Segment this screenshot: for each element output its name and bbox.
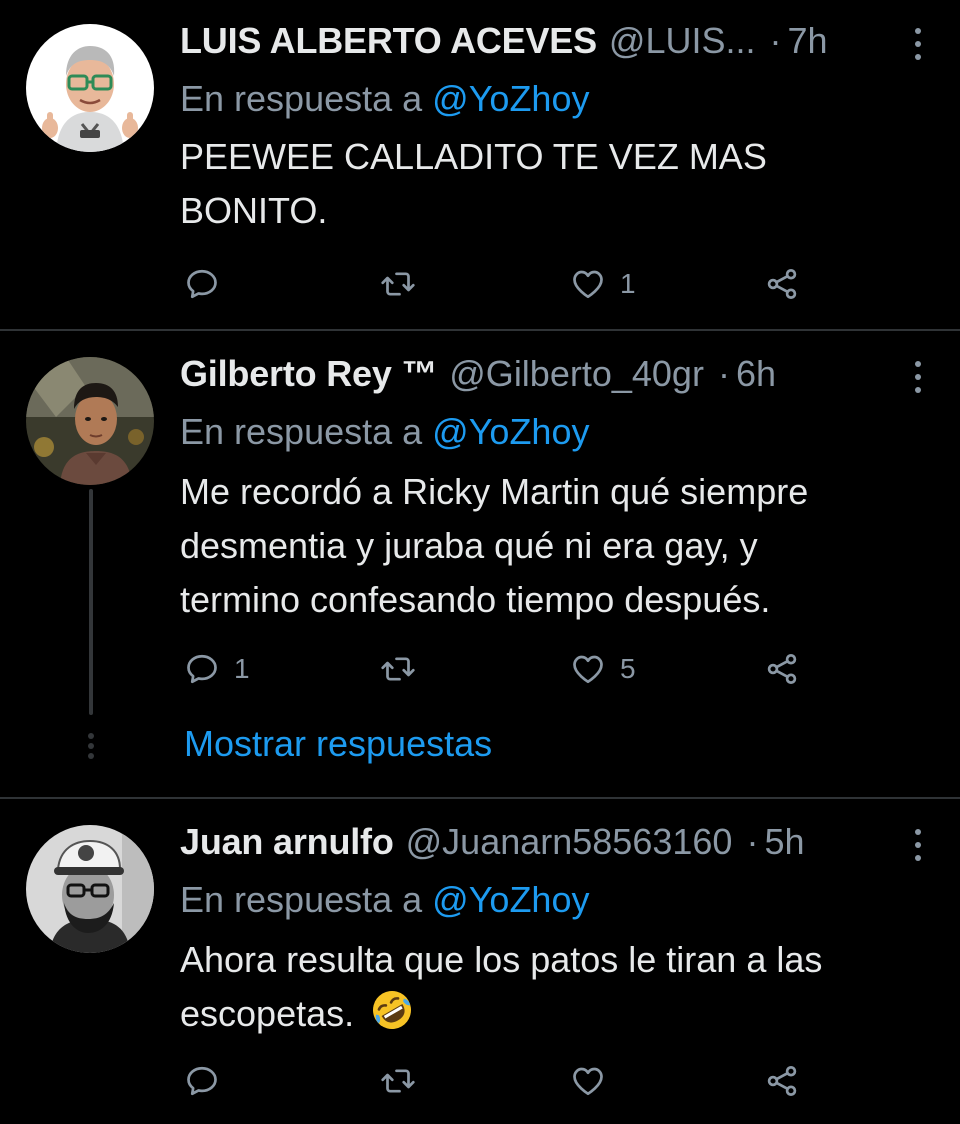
separator-dot: · bbox=[769, 20, 782, 61]
timestamp[interactable]: 5h bbox=[764, 821, 804, 863]
author-handle[interactable]: @LUIS... bbox=[609, 20, 756, 62]
rolling-on-floor-laughing-emoji bbox=[373, 991, 412, 1029]
thread-line bbox=[89, 489, 93, 715]
author-name[interactable]: LUIS ALBERTO ACEVES bbox=[180, 20, 597, 62]
retweet-icon bbox=[380, 1063, 416, 1099]
tweet-text: Ahora resulta que los patos le tiran a l… bbox=[180, 933, 920, 1041]
bw-photo-avatar bbox=[26, 825, 154, 953]
like-button[interactable] bbox=[570, 1061, 620, 1101]
reply-icon bbox=[184, 651, 220, 687]
photo-avatar bbox=[26, 357, 154, 485]
tweet-text-fragment: escopetas. bbox=[180, 993, 355, 1034]
tweet-text-line: Me recordó a Ricky Martin qué siempre bbox=[180, 471, 809, 512]
tweet-text-line: BONITO. bbox=[180, 190, 328, 231]
memoji-avatar bbox=[26, 24, 154, 152]
separator-dot: · bbox=[717, 353, 730, 394]
reply-icon bbox=[184, 1063, 220, 1099]
avatar[interactable] bbox=[26, 24, 154, 152]
tweet-header: LUIS ALBERTO ACEVES @LUIS... · 7h bbox=[180, 20, 828, 66]
more-icon[interactable] bbox=[912, 28, 924, 60]
tweet-text: Me recordó a Ricky Martin qué siempre de… bbox=[180, 465, 920, 627]
tweet-actions: 1 5 bbox=[184, 649, 824, 689]
reply-button[interactable] bbox=[184, 1061, 234, 1101]
reply-count: 1 bbox=[234, 653, 250, 684]
reply-context: En respuesta a @YoZhoy bbox=[180, 411, 589, 453]
reply-prefix: En respuesta a bbox=[180, 411, 423, 452]
tweet-1[interactable]: LUIS ALBERTO ACEVES @LUIS... · 7h En res… bbox=[0, 0, 960, 330]
reply-context: En respuesta a @YoZhoy bbox=[180, 879, 589, 921]
heart-icon bbox=[570, 651, 606, 687]
retweet-icon bbox=[380, 266, 416, 302]
tweet-header: Juan arnulfo @Juanarn58563160 · 5h bbox=[180, 821, 804, 867]
retweet-button[interactable] bbox=[380, 649, 430, 689]
tweet-actions bbox=[184, 1061, 824, 1101]
avatar[interactable] bbox=[26, 357, 154, 485]
heart-icon bbox=[570, 266, 606, 302]
more-icon[interactable] bbox=[912, 829, 924, 861]
like-button[interactable]: 1 bbox=[570, 264, 636, 304]
reply-icon bbox=[184, 266, 220, 302]
like-button[interactable]: 5 bbox=[570, 649, 636, 689]
show-replies-link[interactable]: Mostrar respuestas bbox=[184, 723, 492, 765]
share-button[interactable] bbox=[764, 264, 800, 304]
reply-prefix: En respuesta a bbox=[180, 879, 423, 920]
retweet-button[interactable] bbox=[380, 1061, 430, 1101]
share-icon bbox=[764, 266, 800, 302]
tweet-actions: 1 bbox=[184, 264, 824, 304]
reply-mention-link[interactable]: @YoZhoy bbox=[432, 78, 589, 119]
reply-mention-link[interactable]: @YoZhoy bbox=[432, 879, 589, 920]
like-count: 1 bbox=[620, 268, 636, 299]
author-name[interactable]: Juan arnulfo bbox=[180, 821, 394, 863]
share-icon bbox=[764, 651, 800, 687]
reply-mention-link[interactable]: @YoZhoy bbox=[432, 411, 589, 452]
timestamp[interactable]: 7h bbox=[788, 20, 828, 62]
author-name[interactable]: Gilberto Rey ™ bbox=[180, 353, 437, 395]
reply-context: En respuesta a @YoZhoy bbox=[180, 78, 589, 120]
tweet-text-line: termino confesando tiempo después. bbox=[180, 579, 771, 620]
tweet-text-line: PEEWEE CALLADITO TE VEZ MAS bbox=[180, 136, 767, 177]
thread-dots bbox=[87, 733, 95, 759]
author-handle[interactable]: @Juanarn58563160 bbox=[406, 821, 733, 863]
author-handle[interactable]: @Gilberto_40gr bbox=[449, 353, 704, 395]
heart-icon bbox=[570, 1063, 606, 1099]
share-icon bbox=[764, 1063, 800, 1099]
tweet-text-line: escopetas. bbox=[180, 987, 920, 1041]
tweet-2[interactable]: Gilberto Rey ™ @Gilberto_40gr · 6h En re… bbox=[0, 331, 960, 797]
tweet-text-line: Ahora resulta que los patos le tiran a l… bbox=[180, 939, 823, 980]
reply-button[interactable]: 1 bbox=[184, 649, 250, 689]
share-button[interactable] bbox=[764, 1061, 800, 1101]
timestamp[interactable]: 6h bbox=[736, 353, 776, 395]
tweet-header: Gilberto Rey ™ @Gilberto_40gr · 6h bbox=[180, 353, 776, 399]
retweet-button[interactable] bbox=[380, 264, 430, 304]
avatar[interactable] bbox=[26, 825, 154, 953]
tweet-3[interactable]: Juan arnulfo @Juanarn58563160 · 5h En re… bbox=[0, 799, 960, 1124]
share-button[interactable] bbox=[764, 649, 800, 689]
reply-prefix: En respuesta a bbox=[180, 78, 423, 119]
more-icon[interactable] bbox=[912, 361, 924, 393]
like-count: 5 bbox=[620, 653, 636, 684]
separator-dot: · bbox=[746, 821, 759, 862]
tweet-text-line: desmentia y juraba qué ni era gay, y bbox=[180, 525, 758, 566]
reply-button[interactable] bbox=[184, 264, 234, 304]
retweet-icon bbox=[380, 651, 416, 687]
tweet-text: PEEWEE CALLADITO TE VEZ MAS BONITO. bbox=[180, 130, 920, 238]
